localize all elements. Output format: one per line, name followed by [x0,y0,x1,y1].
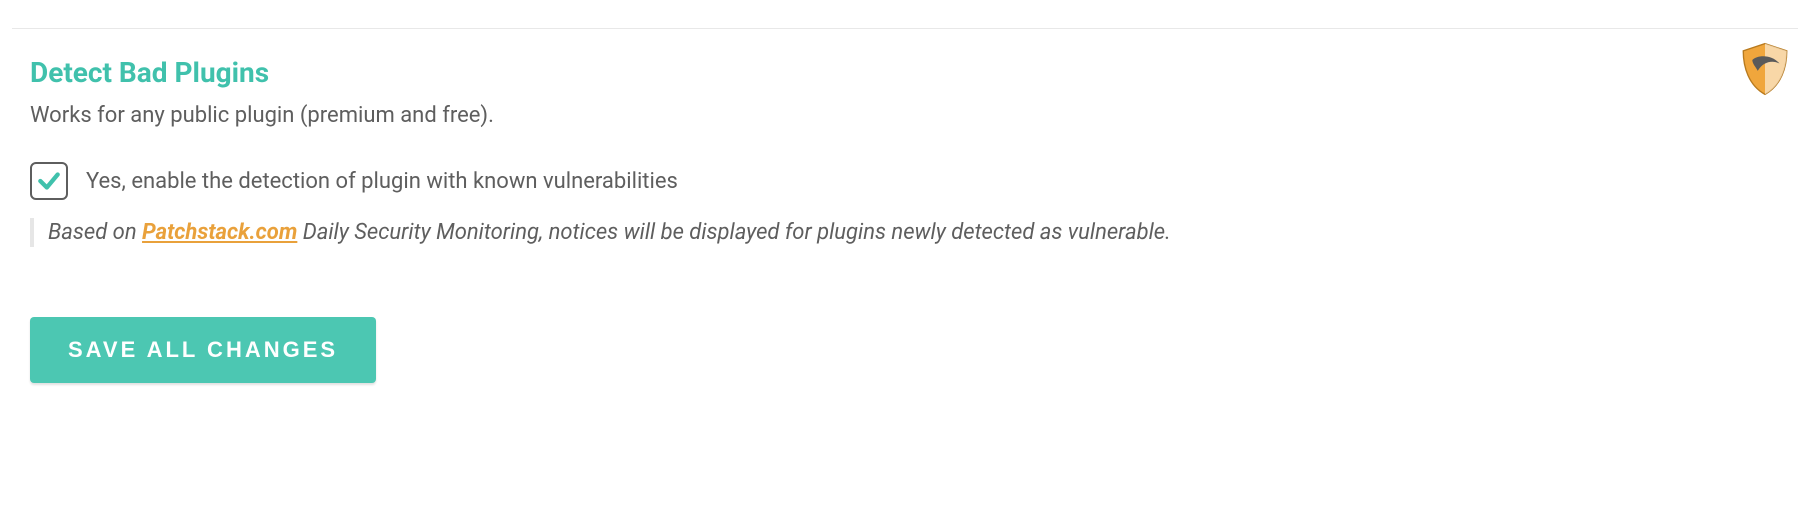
patchstack-link[interactable]: Patchstack.com [142,220,297,245]
section-title: Detect Bad Plugins [30,56,1780,89]
enable-detection-label: Yes, enable the detection of plugin with… [86,169,678,194]
enable-detection-row: Yes, enable the detection of plugin with… [30,162,1780,200]
settings-section: Detect Bad Plugins Works for any public … [30,56,1780,383]
note-suffix: Daily Security Monitoring, notices will … [297,220,1170,245]
info-note: Based on Patchstack.com Daily Security M… [30,218,1780,247]
check-icon [36,168,62,194]
note-prefix: Based on [48,220,142,245]
save-all-changes-button[interactable]: SAVE ALL CHANGES [30,317,376,383]
section-description: Works for any public plugin (premium and… [30,103,1780,128]
divider [12,28,1798,29]
enable-detection-checkbox[interactable] [30,162,68,200]
